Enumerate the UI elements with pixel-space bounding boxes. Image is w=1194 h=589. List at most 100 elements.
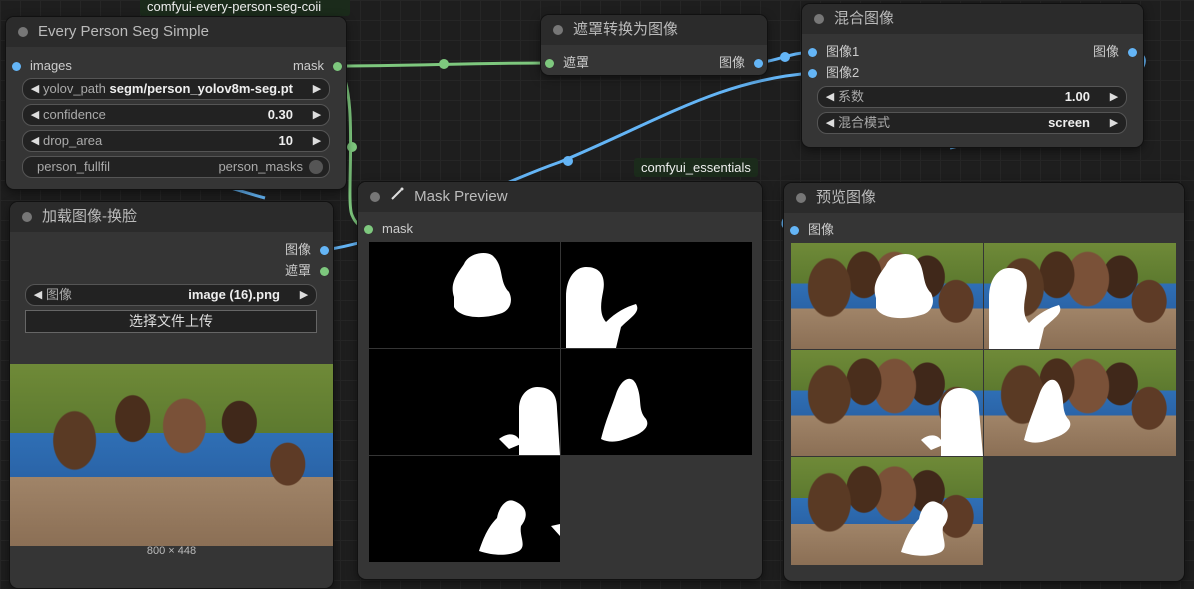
image-file-combo[interactable]: ◀ 图像 image (16).png ▶	[25, 284, 317, 306]
collapse-dot-icon[interactable]	[796, 193, 806, 203]
preview-output-image	[984, 243, 1176, 349]
arrow-right-icon[interactable]: ▶	[1107, 113, 1121, 133]
collapse-dot-icon[interactable]	[814, 14, 824, 24]
arrow-right-icon[interactable]: ▶	[310, 131, 324, 151]
preview-output-image	[791, 243, 983, 349]
mask-preview-cell	[369, 242, 560, 348]
slot-label: 图像	[284, 242, 311, 257]
node-load-image[interactable]: 加载图像-换脸 图像 遮罩 ◀ 图像 image (16).png ▶ 选择文件…	[10, 202, 333, 588]
preview-output-image	[791, 350, 983, 456]
wand-icon	[390, 182, 404, 212]
collapse-dot-icon[interactable]	[370, 192, 380, 202]
toggle-state: person_masks	[218, 159, 303, 174]
input-pin-icon[interactable]	[808, 69, 817, 78]
arrow-right-icon[interactable]: ▶	[310, 105, 324, 125]
arrow-left-icon[interactable]: ◀	[31, 285, 45, 305]
slot-label: 图像	[808, 222, 835, 237]
confidence-number[interactable]: ◀ confidence 0.30 ▶	[22, 104, 330, 126]
mask-preview-cell	[561, 349, 752, 455]
widget-label: 系数	[838, 89, 865, 104]
arrow-right-icon[interactable]: ▶	[1107, 87, 1121, 107]
node-title: 混合图像	[834, 10, 895, 27]
arrow-left-icon[interactable]: ◀	[28, 79, 42, 99]
link-midpoint	[780, 52, 790, 62]
arrow-left-icon[interactable]: ◀	[28, 105, 42, 125]
node-every-person-seg[interactable]: Every Person Seg Simple images mask ◀ yo…	[6, 17, 346, 189]
output-slot-image[interactable]: 图像	[285, 242, 329, 258]
output-pin-icon[interactable]	[754, 59, 763, 68]
slot-label: 图像	[1092, 44, 1119, 59]
slot-label: 遮罩	[563, 55, 590, 70]
slot-label: mask	[382, 221, 414, 236]
mask-preview-cell	[369, 456, 560, 562]
collapse-dot-icon[interactable]	[18, 27, 28, 37]
toggle-knob-icon[interactable]	[309, 160, 323, 174]
input-pin-icon[interactable]	[364, 225, 373, 234]
preview-output-image	[984, 350, 1176, 456]
widget-value: 1.00	[1064, 89, 1090, 104]
slot-label: 图像	[718, 55, 745, 70]
output-slot-image[interactable]: 图像	[719, 55, 763, 71]
node-mask-to-image[interactable]: 遮罩转换为图像 遮罩 图像	[541, 15, 767, 75]
output-slot-mask[interactable]: 遮罩	[285, 263, 329, 279]
node-title: Mask Preview	[414, 188, 508, 205]
node-header[interactable]: 加载图像-换脸	[10, 202, 333, 232]
link-mask-to-convert	[337, 61, 549, 68]
collapse-dot-icon[interactable]	[553, 25, 563, 35]
arrow-left-icon[interactable]: ◀	[823, 87, 837, 107]
node-header[interactable]: Mask Preview	[358, 182, 762, 212]
input-slot-image2[interactable]: 图像2	[808, 65, 859, 81]
input-pin-icon[interactable]	[12, 62, 21, 71]
slot-label: 图像2	[826, 65, 860, 80]
widget-value: image (16).png	[188, 287, 280, 302]
blend-mode-combo[interactable]: ◀ 混合模式 screen ▶	[817, 112, 1127, 134]
input-pin-icon[interactable]	[545, 59, 554, 68]
output-pin-icon[interactable]	[333, 62, 342, 71]
image-size-label: 800 × 448	[146, 545, 197, 557]
widget-value: segm/person_yolov8m-seg.pt	[109, 81, 294, 96]
node-header[interactable]: 遮罩转换为图像	[541, 15, 767, 45]
node-pack-badge: comfyui-every-person-seg-coii	[140, 0, 350, 16]
input-slot-images[interactable]: images	[12, 58, 72, 74]
widget-label: 图像	[46, 287, 73, 302]
widget-label: 混合模式	[838, 115, 891, 130]
node-header[interactable]: Every Person Seg Simple	[6, 17, 346, 47]
preview-output-image	[791, 457, 983, 565]
widget-label: confidence	[43, 107, 106, 122]
arrow-left-icon[interactable]: ◀	[823, 113, 837, 133]
node-header[interactable]: 混合图像	[802, 4, 1143, 34]
drop-area-number[interactable]: ◀ drop_area 10 ▶	[22, 130, 330, 152]
input-pin-icon[interactable]	[808, 48, 817, 57]
input-pin-icon[interactable]	[790, 226, 799, 235]
yolov-path-combo[interactable]: ◀ yolov_path segm/person_yolov8m-seg.pt …	[22, 78, 330, 100]
node-mask-preview[interactable]: Mask Preview mask	[358, 182, 762, 579]
node-title: Every Person Seg Simple	[38, 23, 209, 40]
link-midpoint	[563, 156, 573, 166]
node-header[interactable]: 预览图像	[784, 183, 1184, 213]
output-pin-icon[interactable]	[320, 267, 329, 276]
node-blend-image[interactable]: 混合图像 图像1 图像2 图像 ◀ 系数 1.00 ▶ ◀ 混合模式 scree…	[802, 4, 1143, 147]
output-slot-mask[interactable]: mask	[293, 58, 342, 74]
collapse-dot-icon[interactable]	[22, 212, 32, 222]
node-title: 预览图像	[816, 189, 877, 206]
input-slot-mask[interactable]: 遮罩	[545, 55, 589, 71]
arrow-right-icon[interactable]: ▶	[310, 79, 324, 99]
arrow-left-icon[interactable]: ◀	[28, 131, 42, 151]
slot-label: mask	[292, 58, 324, 73]
blend-factor-number[interactable]: ◀ 系数 1.00 ▶	[817, 86, 1127, 108]
output-slot-image[interactable]: 图像	[1093, 44, 1137, 60]
input-slot-mask[interactable]: mask	[364, 221, 413, 237]
output-pin-icon[interactable]	[1128, 48, 1137, 57]
output-pin-icon[interactable]	[320, 246, 329, 255]
mask-preview-cell	[369, 349, 560, 455]
arrow-right-icon[interactable]: ▶	[297, 285, 311, 305]
toggle-label: person_fullfil	[37, 159, 110, 174]
input-slot-image[interactable]: 图像	[790, 222, 834, 238]
person-fullfil-toggle[interactable]: person_fullfil person_masks	[22, 156, 330, 178]
widget-value: screen	[1048, 115, 1090, 130]
input-slot-image1[interactable]: 图像1	[808, 44, 859, 60]
upload-button[interactable]: 选择文件上传	[25, 310, 317, 333]
mask-preview-cell	[561, 242, 752, 348]
node-preview-image[interactable]: 预览图像 图像	[784, 183, 1184, 581]
node-pack-badge: comfyui_essentials	[634, 158, 758, 177]
